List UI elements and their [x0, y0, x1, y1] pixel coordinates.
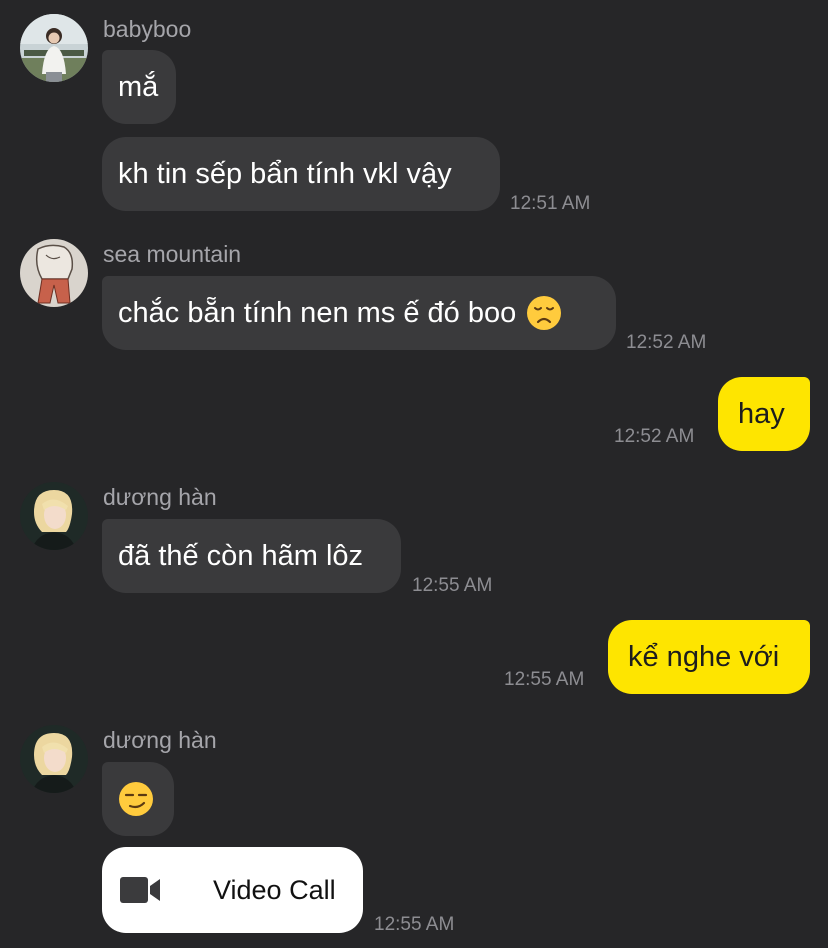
avatar-duong-han[interactable] — [20, 725, 88, 793]
message-bubble[interactable]: chắc bẵn tính nen ms ế đó boo — [102, 276, 616, 350]
message-text: kể nghe với — [628, 640, 780, 673]
message-bubble[interactable]: đã thế còn hãm lôz — [102, 519, 401, 593]
message-text: mắ — [118, 70, 159, 103]
disappointed-face-emoji — [526, 295, 562, 331]
avatar-babyboo[interactable] — [20, 14, 88, 82]
woman-outdoors-avatar — [20, 14, 88, 82]
blonde-person-avatar — [20, 725, 88, 793]
outgoing-message-bubble[interactable]: kể nghe với — [608, 620, 810, 694]
avatar-duong-han[interactable] — [20, 482, 88, 550]
message-text: chắc bẵn tính nen ms ế đó boo — [118, 296, 517, 329]
message-timestamp: 12:52 AM — [626, 332, 707, 353]
avatar-sea-mountain[interactable] — [20, 239, 88, 307]
message-timestamp: 12:55 AM — [374, 914, 455, 935]
message-bubble[interactable] — [102, 762, 174, 836]
message-timestamp: 12:55 AM — [412, 575, 493, 596]
sender-name: babyboo — [103, 16, 192, 42]
message-bubble[interactable]: kh tin sếp bẩn tính vkl vậy — [102, 137, 500, 211]
message-timestamp: 12:52 AM — [614, 426, 695, 447]
smirking-face-emoji — [118, 781, 154, 817]
sender-name: dương hàn — [103, 484, 217, 510]
message-timestamp: 12:55 AM — [504, 669, 585, 690]
video-call-label: Video Call — [213, 874, 336, 905]
sender-name: sea mountain — [103, 241, 242, 267]
video-call-card[interactable]: Video Call — [102, 847, 363, 933]
video-camera-icon — [120, 877, 162, 903]
message-text: đã thế còn hãm lôz — [118, 539, 364, 572]
message-timestamp: 12:51 AM — [510, 193, 591, 214]
message-bubble[interactable]: mắ — [102, 50, 176, 124]
sketch-figure-avatar — [20, 239, 88, 307]
message-text: kh tin sếp bẩn tính vkl vậy — [118, 157, 452, 190]
blonde-person-avatar — [20, 482, 88, 550]
message-text: hay — [738, 397, 785, 430]
sender-name: dương hàn — [103, 727, 217, 753]
outgoing-message-bubble[interactable]: hay — [718, 377, 810, 451]
